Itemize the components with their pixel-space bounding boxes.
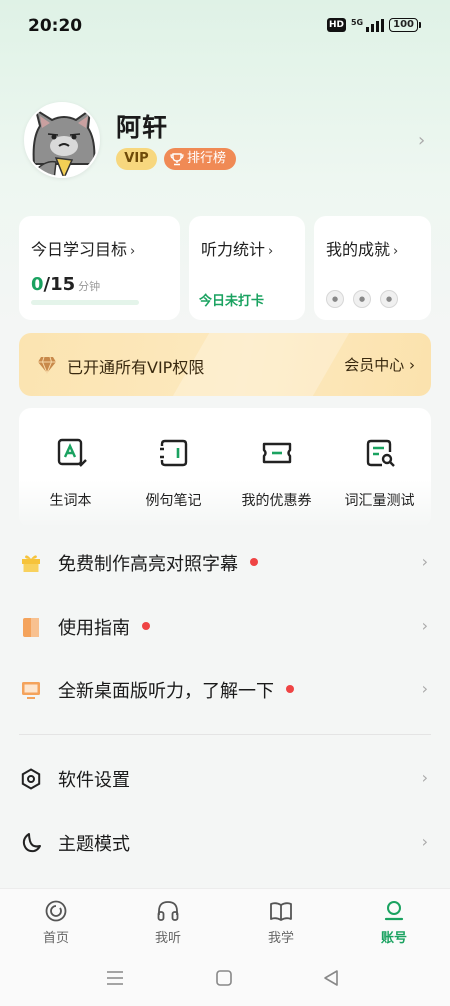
back-icon[interactable] [322,969,340,987]
chevron-right-icon: › [268,244,274,259]
chevron-right-icon: › [393,244,399,259]
chevron-right-icon: › [421,832,428,851]
checkin-status: 今日未打卡 [199,294,265,309]
tool-sentence-notes[interactable]: 例句笔记 [122,436,225,510]
coupon-icon [262,442,291,464]
menu-item-theme[interactable]: 主题模式 › [0,812,450,874]
chevron-right-icon: › [421,768,428,787]
vip-badge[interactable]: VIP [116,148,157,170]
chevron-right-icon: › [421,616,428,635]
headphones-icon [157,901,179,921]
chevron-right-icon: › [130,244,136,259]
home-icon [45,900,67,922]
menu-item-subtitles[interactable]: 免费制作高亮对照字幕 › [0,532,450,594]
avatar[interactable] [24,102,100,178]
account-icon [384,901,404,921]
listening-stats-card[interactable]: 听力统计 › 今日未打卡 [189,216,305,320]
tab-home[interactable]: 首页 [0,899,112,946]
chevron-right-icon: › [421,679,428,698]
guide-book-icon [23,618,39,637]
ranking-label: 排行榜 [187,151,227,166]
hd-icon: HD [326,18,346,32]
tab-learn[interactable]: 我学 [225,899,337,946]
achievement-badges: ● ● ● [326,290,398,308]
achievement-badge-icon: ● [380,290,398,308]
ranking-badge[interactable]: 排行榜 [164,148,237,170]
vocab-test-icon [366,439,395,467]
notification-dot [142,622,150,630]
achievement-badge-icon: ● [353,290,371,308]
notification-dot [286,685,294,693]
tool-vocab-test[interactable]: 词汇量测试 [328,436,431,510]
sentence-notes-icon [159,439,187,467]
tab-account[interactable]: 账号 [338,899,450,946]
study-goal-progress-bar [31,300,139,305]
status-time: 20:20 [28,16,83,36]
network-type: 5G [350,17,364,27]
tool-vocab-book[interactable]: 生词本 [19,436,122,510]
menu-item-desktop[interactable]: 全新桌面版听力，了解一下 › [0,659,450,721]
signal-icon: 5G [350,17,385,32]
divider [19,734,431,735]
achievements-title: 我的成就 › [326,240,399,259]
username: 阿轩 [116,113,169,142]
tool-coupons[interactable]: 我的优惠券 [225,436,328,510]
home-square-icon[interactable] [215,969,233,987]
study-goal-card[interactable]: 今日学习目标 › 0/15 分钟 [19,216,180,320]
open-book-icon [270,902,292,921]
status-bar: 20:20 HD 5G 100 [0,0,450,52]
achievements-card[interactable]: 我的成就 › ● ● ● [314,216,431,320]
study-goal-progress: 0/15 分钟 [31,274,101,295]
trophy-icon [170,153,184,166]
menu-item-guide[interactable]: 使用指南 › [0,596,450,658]
vip-banner[interactable]: 已开通所有VIP权限 会员中心 › [19,333,431,396]
system-nav-bar [0,952,450,1006]
vip-center-link[interactable]: 会员中心 › [344,354,415,375]
tab-listen[interactable]: 我听 [112,899,224,946]
status-icons: HD 5G 100 [326,17,421,32]
diamond-icon [38,356,56,374]
chevron-right-icon: › [421,552,428,571]
tools-grid: 生词本 例句笔记 我的优惠券 词汇量测试 [19,408,431,528]
menu-icon[interactable] [106,970,124,986]
settings-icon [21,768,41,790]
study-goal-title: 今日学习目标 › [31,240,136,259]
notification-dot [250,558,258,566]
moon-icon [22,833,41,853]
vocab-book-icon [57,438,87,467]
bottom-tab-bar: 首页 我听 我学 账号 [0,888,450,952]
vip-status-text: 已开通所有VIP权限 [67,358,205,377]
profile-chevron-icon[interactable]: › [418,130,425,151]
battery-icon: 100 [389,18,421,32]
achievement-badge-icon: ● [326,290,344,308]
menu-item-settings[interactable]: 软件设置 › [0,748,450,810]
gift-icon [22,555,40,572]
monitor-icon [22,682,40,699]
listening-stats-title: 听力统计 › [201,240,274,259]
cat-avatar-icon [26,104,98,176]
